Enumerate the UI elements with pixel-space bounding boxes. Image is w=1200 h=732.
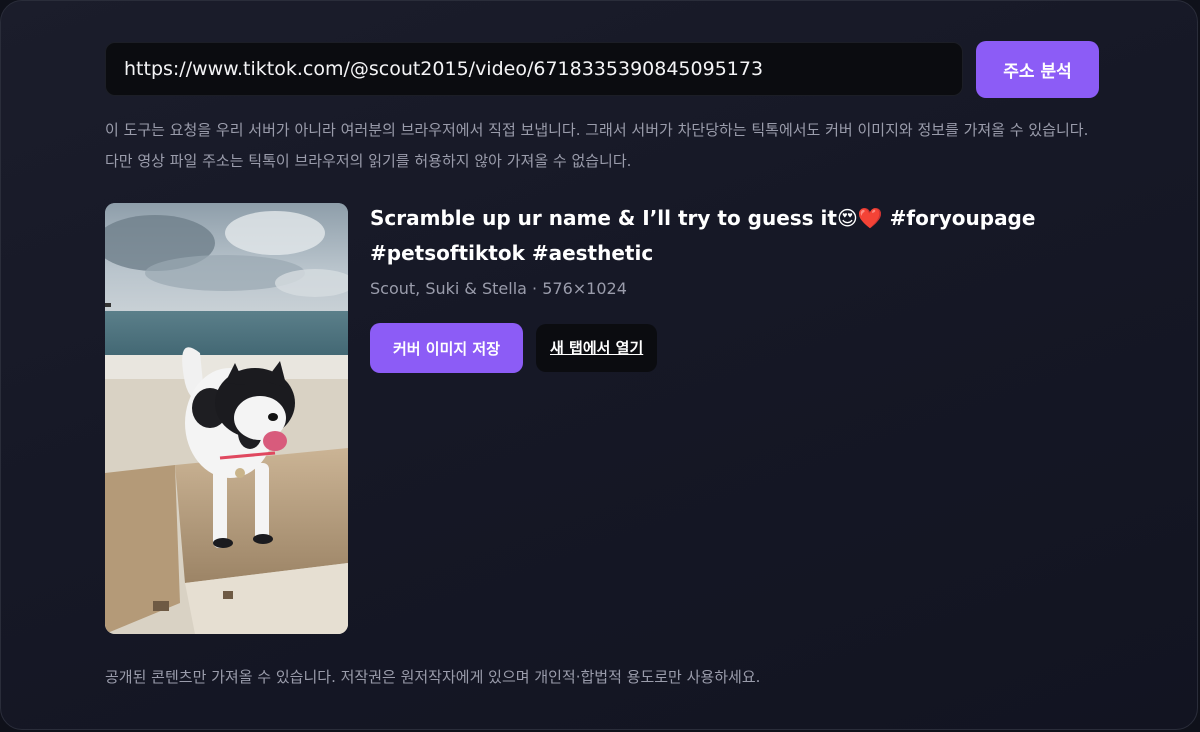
analyze-url-button[interactable]: 주소 분석 <box>976 41 1099 98</box>
cover-thumbnail <box>105 203 348 634</box>
url-input[interactable] <box>105 42 963 96</box>
open-new-tab-link[interactable]: 새 탭에서 열기 <box>536 324 658 372</box>
copyright-note: 공개된 콘텐츠만 가져올 수 있습니다. 저작권은 원저작자에게 있으며 개인적… <box>105 668 761 686</box>
url-form: 주소 분석 <box>105 41 1099 98</box>
tool-panel: 주소 분석 이 도구는 요청을 우리 서버가 아니라 여러분의 브라우저에서 직… <box>0 0 1198 730</box>
video-meta: Scout, Suki & Stella · 576×1024 <box>370 279 627 298</box>
info-note: 이 도구는 요청을 우리 서버가 아니라 여러분의 브라우저에서 직접 보냅니다… <box>105 121 1089 170</box>
cover-image <box>105 203 348 634</box>
video-title: Scramble up ur name & I’ll try to guess … <box>370 206 1036 265</box>
result-info: Scramble up ur name & I’ll try to guess … <box>370 201 1090 373</box>
save-cover-button[interactable]: 커버 이미지 저장 <box>370 323 523 373</box>
